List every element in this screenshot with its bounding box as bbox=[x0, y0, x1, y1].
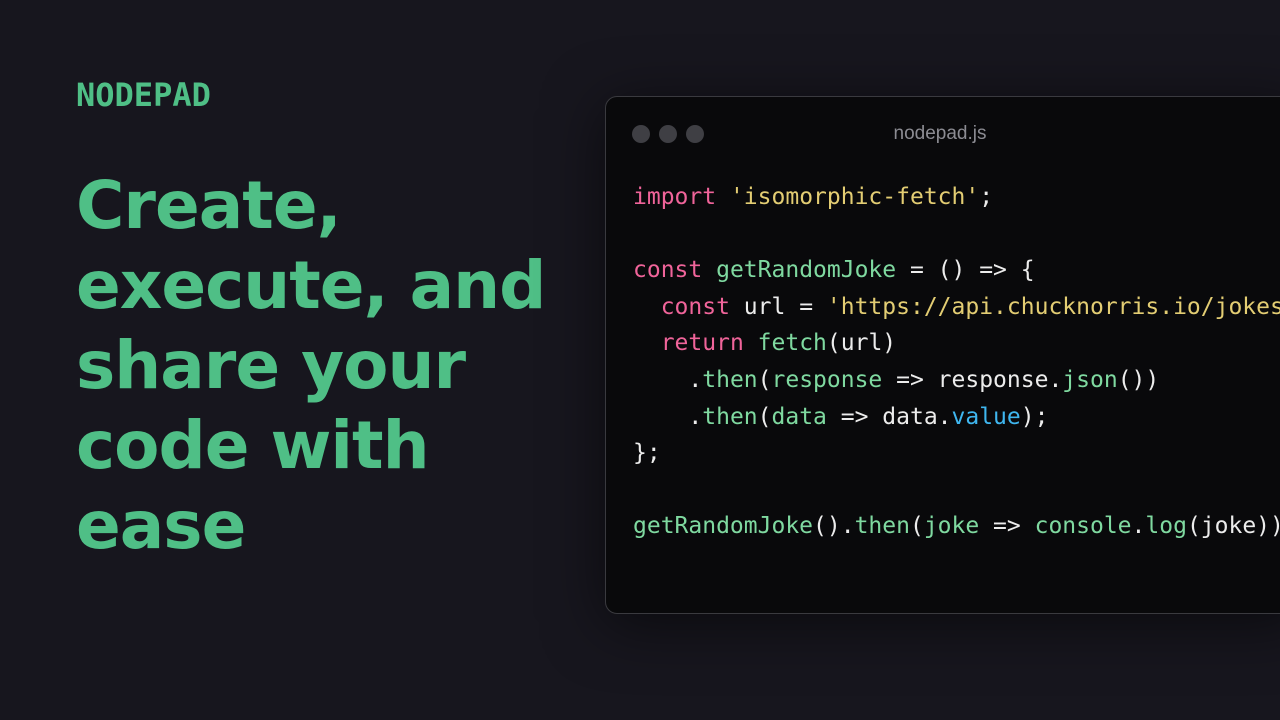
code-token-func: fetch bbox=[757, 330, 827, 357]
code-line: const url = 'https://api.chucknorris.io/… bbox=[633, 289, 1280, 326]
code-token-func: getRandomJoke bbox=[716, 257, 897, 284]
code-token-keyword: return bbox=[660, 330, 744, 357]
code-line: }; bbox=[633, 435, 1280, 472]
code-line: return fetch(url) bbox=[633, 325, 1280, 362]
code-token-string: 'isomorphic-fetch' bbox=[729, 184, 980, 210]
editor-filename: nodepad.js bbox=[893, 123, 987, 144]
code-area[interactable]: import 'isomorphic-fetch'; const getRando… bbox=[633, 179, 1280, 545]
code-token-plain: ()) bbox=[1117, 366, 1160, 393]
code-token-plain: . bbox=[633, 366, 703, 393]
code-token-plain: (joke)); bbox=[1186, 513, 1280, 540]
code-line: .then(data => data.value); bbox=[633, 399, 1280, 436]
code-token-func: log bbox=[1145, 513, 1187, 540]
code-token-func: then bbox=[702, 403, 758, 430]
code-token-plain: = () => { bbox=[896, 257, 1035, 284]
code-token-func: json bbox=[1062, 366, 1118, 393]
code-token-plain: url = bbox=[729, 293, 827, 320]
code-line: .then(response => response.json()) bbox=[633, 362, 1280, 399]
code-token-plain: (). bbox=[813, 513, 855, 540]
code-token-plain: (url) bbox=[826, 330, 897, 357]
code-token-plain: => data. bbox=[826, 403, 952, 430]
code-token-plain: ( bbox=[909, 513, 924, 540]
code-token-func: response bbox=[771, 366, 883, 393]
code-token-plain: ; bbox=[979, 184, 994, 210]
code-token-prop: value bbox=[951, 403, 1021, 430]
code-token-plain: . bbox=[633, 403, 703, 430]
code-token-keyword: const bbox=[633, 257, 703, 284]
code-token-plain: }; bbox=[633, 440, 661, 467]
code-token-func: console bbox=[1034, 513, 1132, 540]
code-token-func: then bbox=[702, 366, 758, 393]
code-line: const getRandomJoke = () => { bbox=[633, 252, 1280, 289]
code-token-func: then bbox=[854, 513, 910, 540]
code-line: getRandomJoke().then(joke => console.log… bbox=[633, 508, 1280, 545]
brand-logo-text: NODEPAD bbox=[76, 76, 211, 114]
code-token-plain: ( bbox=[757, 366, 772, 393]
code-token-keyword: const bbox=[660, 293, 730, 320]
code-token-plain: . bbox=[1131, 513, 1146, 540]
code-token-func: joke bbox=[923, 513, 980, 540]
code-token-string: 'https://api.chucknorris.io/jokes/random… bbox=[826, 293, 1280, 320]
code-token-plain: ); bbox=[1020, 403, 1049, 430]
code-token-plain: ( bbox=[757, 403, 772, 430]
code-line: import 'isomorphic-fetch'; bbox=[633, 179, 1280, 216]
code-token-plain: => response. bbox=[882, 366, 1063, 393]
code-token-func: data bbox=[771, 403, 827, 430]
code-token-func: getRandomJoke bbox=[633, 513, 814, 540]
hero-headline: Create, execute, and share your code wit… bbox=[76, 167, 546, 564]
editor-titlebar: nodepad.js bbox=[606, 97, 1280, 169]
code-token-plain: => bbox=[979, 513, 1035, 540]
code-editor-window: nodepad.js import 'isomorphic-fetch'; con… bbox=[605, 96, 1280, 614]
code-token-keyword: import bbox=[633, 184, 717, 210]
